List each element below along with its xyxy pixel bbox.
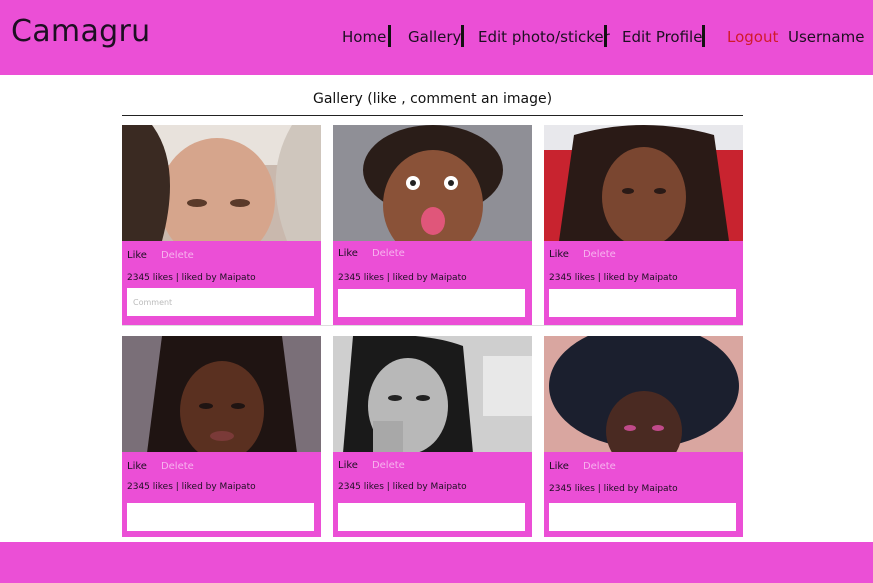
delete-button[interactable]: Delete <box>161 461 194 472</box>
main-nav: Home Gallery Edit photo/sticker Edit Pro… <box>0 25 873 52</box>
header-bar: Camagru Home Gallery Edit photo/sticker … <box>0 0 873 75</box>
post-card: Like Delete 2345 likes | liked by Maipato <box>544 125 743 326</box>
post-card: Like Delete 2345 likes | liked by Maipato <box>333 336 532 537</box>
row-divider <box>122 325 743 326</box>
likes-count: 2345 likes <box>127 482 173 492</box>
nav-divider <box>604 25 607 47</box>
nav-home-link[interactable]: Home <box>342 28 386 46</box>
liked-by-text: | liked by Maipato <box>175 273 256 283</box>
likes-count: 2345 likes <box>127 273 173 283</box>
nav-divider <box>388 25 391 47</box>
comment-input[interactable] <box>549 503 736 531</box>
post-photo[interactable] <box>544 336 743 452</box>
liked-by-text: | liked by Maipato <box>597 484 678 494</box>
liked-by-text: | liked by Maipato <box>386 482 467 492</box>
post-actions: Like Delete <box>549 249 616 260</box>
like-button[interactable]: Like <box>127 461 147 472</box>
likes-info: 2345 likes | liked by Maipato <box>549 484 678 494</box>
nav-edit-photo-link[interactable]: Edit photo/sticker <box>478 28 610 46</box>
likes-count: 2345 likes <box>338 273 384 283</box>
post-actions: Like Delete <box>127 461 194 472</box>
likes-count: 2345 likes <box>549 273 595 283</box>
nav-gallery-link[interactable]: Gallery <box>408 28 461 46</box>
delete-button[interactable]: Delete <box>583 249 616 260</box>
comment-input[interactable] <box>338 503 525 531</box>
post-photo[interactable] <box>122 125 321 241</box>
post-photo[interactable] <box>544 125 743 241</box>
post-card: Like Delete 2345 likes | liked by Maipato <box>122 125 321 326</box>
comment-input[interactable] <box>127 503 314 531</box>
like-button[interactable]: Like <box>338 248 358 259</box>
post-photo[interactable] <box>333 125 532 241</box>
post-photo[interactable] <box>333 336 532 452</box>
delete-button[interactable]: Delete <box>583 461 616 472</box>
comment-input[interactable] <box>127 288 314 316</box>
liked-by-text: | liked by Maipato <box>175 482 256 492</box>
like-button[interactable]: Like <box>338 460 358 471</box>
post-actions: Like Delete <box>338 248 405 259</box>
page-title: Gallery (like , comment an image) <box>122 91 743 116</box>
post-actions: Like Delete <box>338 460 405 471</box>
comment-input[interactable] <box>549 289 736 317</box>
nav-username[interactable]: Username <box>788 28 864 46</box>
comment-input[interactable] <box>338 289 525 317</box>
post-actions: Like Delete <box>549 461 616 472</box>
post-card: Like Delete 2345 likes | liked by Maipato <box>333 125 532 326</box>
nav-edit-profile-link[interactable]: Edit Profile <box>622 28 702 46</box>
post-actions: Like Delete <box>127 250 194 261</box>
post-card: Like Delete 2345 likes | liked by Maipato <box>544 336 743 537</box>
likes-info: 2345 likes | liked by Maipato <box>127 273 256 283</box>
likes-info: 2345 likes | liked by Maipato <box>338 482 467 492</box>
post-photo[interactable] <box>122 336 321 452</box>
delete-button[interactable]: Delete <box>372 460 405 471</box>
likes-count: 2345 likes <box>549 484 595 494</box>
like-button[interactable]: Like <box>549 461 569 472</box>
likes-info: 2345 likes | liked by Maipato <box>338 273 467 283</box>
nav-logout-link[interactable]: Logout <box>727 28 778 46</box>
likes-info: 2345 likes | liked by Maipato <box>127 482 256 492</box>
footer-bar <box>0 542 873 583</box>
liked-by-text: | liked by Maipato <box>386 273 467 283</box>
nav-divider <box>702 25 705 47</box>
likes-info: 2345 likes | liked by Maipato <box>549 273 678 283</box>
nav-divider <box>461 25 464 47</box>
liked-by-text: | liked by Maipato <box>597 273 678 283</box>
like-button[interactable]: Like <box>127 250 147 261</box>
delete-button[interactable]: Delete <box>372 248 405 259</box>
likes-count: 2345 likes <box>338 482 384 492</box>
post-card: Like Delete 2345 likes | liked by Maipato <box>122 336 321 537</box>
delete-button[interactable]: Delete <box>161 250 194 261</box>
like-button[interactable]: Like <box>549 249 569 260</box>
